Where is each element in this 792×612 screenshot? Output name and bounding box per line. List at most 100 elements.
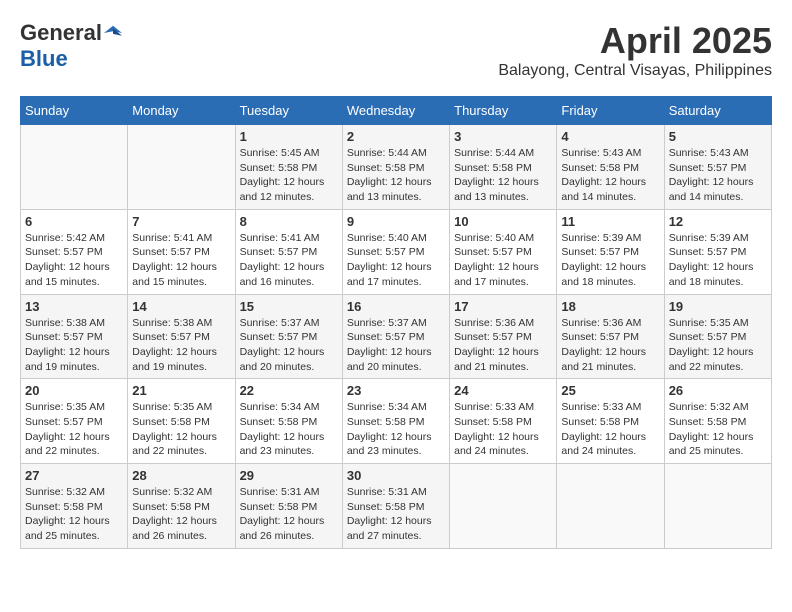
calendar-day-header: Thursday xyxy=(450,97,557,125)
calendar-cell: 12 Sunrise: 5:39 AMSunset: 5:57 PMDayligh… xyxy=(664,209,771,294)
day-info: Sunrise: 5:45 AMSunset: 5:58 PMDaylight:… xyxy=(240,146,338,205)
calendar-cell: 21 Sunrise: 5:35 AMSunset: 5:58 PMDayligh… xyxy=(128,379,235,464)
day-number: 26 xyxy=(669,383,767,398)
day-number: 21 xyxy=(132,383,230,398)
day-info: Sunrise: 5:32 AMSunset: 5:58 PMDaylight:… xyxy=(25,485,123,544)
day-number: 10 xyxy=(454,214,552,229)
day-info: Sunrise: 5:33 AMSunset: 5:58 PMDaylight:… xyxy=(561,400,659,459)
day-info: Sunrise: 5:39 AMSunset: 5:57 PMDaylight:… xyxy=(561,231,659,290)
calendar-cell: 23Sunrise: 5:34 AMSunset: 5:58 PMDayligh… xyxy=(342,379,449,464)
day-info: Sunrise: 5:34 AMSunset: 5:58 PMDaylight:… xyxy=(240,400,338,459)
day-number: 6 xyxy=(25,214,123,229)
calendar-cell: 6 Sunrise: 5:42 AMSunset: 5:57 PMDaylight… xyxy=(21,209,128,294)
day-number: 28 xyxy=(132,468,230,483)
day-number: 12 xyxy=(669,214,767,229)
calendar-cell xyxy=(557,464,664,549)
calendar-day-header: Sunday xyxy=(21,97,128,125)
calendar-cell: 24 Sunrise: 5:33 AMSunset: 5:58 PMDayligh… xyxy=(450,379,557,464)
day-number: 1 xyxy=(240,129,338,144)
day-number: 8 xyxy=(240,214,338,229)
day-number: 4 xyxy=(561,129,659,144)
logo-general-text: General xyxy=(20,20,102,46)
day-info: Sunrise: 5:33 AMSunset: 5:58 PMDaylight:… xyxy=(454,400,552,459)
day-info: Sunrise: 5:44 AMSunset: 5:58 PMDaylight:… xyxy=(454,146,552,205)
day-number: 16 xyxy=(347,299,445,314)
calendar-day-header: Wednesday xyxy=(342,97,449,125)
day-info: Sunrise: 5:44 AMSunset: 5:58 PMDaylight:… xyxy=(347,146,445,205)
calendar-week-row: 27 Sunrise: 5:32 AMSunset: 5:58 PMDayligh… xyxy=(21,464,772,549)
calendar-day-header: Saturday xyxy=(664,97,771,125)
day-info: Sunrise: 5:37 AMSunset: 5:57 PMDaylight:… xyxy=(347,316,445,375)
calendar-week-row: 1 Sunrise: 5:45 AMSunset: 5:58 PMDaylight… xyxy=(21,125,772,210)
calendar-week-row: 6 Sunrise: 5:42 AMSunset: 5:57 PMDaylight… xyxy=(21,209,772,294)
day-info: Sunrise: 5:35 AMSunset: 5:57 PMDaylight:… xyxy=(669,316,767,375)
day-number: 11 xyxy=(561,214,659,229)
day-info: Sunrise: 5:43 AMSunset: 5:57 PMDaylight:… xyxy=(669,146,767,205)
calendar-cell: 30Sunrise: 5:31 AMSunset: 5:58 PMDayligh… xyxy=(342,464,449,549)
title-section: April 2025 Balayong, Central Visayas, Ph… xyxy=(498,20,772,80)
calendar-cell: 14 Sunrise: 5:38 AMSunset: 5:57 PMDayligh… xyxy=(128,294,235,379)
day-number: 2 xyxy=(347,129,445,144)
calendar-day-header: Friday xyxy=(557,97,664,125)
page-header: General Blue April 2025 Balayong, Centra… xyxy=(20,20,772,80)
calendar-cell: 27 Sunrise: 5:32 AMSunset: 5:58 PMDayligh… xyxy=(21,464,128,549)
calendar-cell: 25 Sunrise: 5:33 AMSunset: 5:58 PMDayligh… xyxy=(557,379,664,464)
day-info: Sunrise: 5:38 AMSunset: 5:57 PMDaylight:… xyxy=(132,316,230,375)
calendar-cell: 13Sunrise: 5:38 AMSunset: 5:57 PMDayligh… xyxy=(21,294,128,379)
day-number: 25 xyxy=(561,383,659,398)
calendar-cell: 15Sunrise: 5:37 AMSunset: 5:57 PMDayligh… xyxy=(235,294,342,379)
calendar-cell: 9Sunrise: 5:40 AMSunset: 5:57 PMDaylight… xyxy=(342,209,449,294)
day-info: Sunrise: 5:41 AMSunset: 5:57 PMDaylight:… xyxy=(240,231,338,290)
day-info: Sunrise: 5:32 AMSunset: 5:58 PMDaylight:… xyxy=(132,485,230,544)
calendar-cell: 10 Sunrise: 5:40 AMSunset: 5:57 PMDayligh… xyxy=(450,209,557,294)
calendar-cell: 1 Sunrise: 5:45 AMSunset: 5:58 PMDaylight… xyxy=(235,125,342,210)
day-info: Sunrise: 5:36 AMSunset: 5:57 PMDaylight:… xyxy=(561,316,659,375)
day-info: Sunrise: 5:35 AMSunset: 5:58 PMDaylight:… xyxy=(132,400,230,459)
day-number: 19 xyxy=(669,299,767,314)
calendar-cell xyxy=(664,464,771,549)
calendar-cell: 20 Sunrise: 5:35 AMSunset: 5:57 PMDayligh… xyxy=(21,379,128,464)
logo-blue-text: Blue xyxy=(20,46,68,71)
calendar-cell: 29Sunrise: 5:31 AMSunset: 5:58 PMDayligh… xyxy=(235,464,342,549)
day-number: 7 xyxy=(132,214,230,229)
calendar-cell: 8 Sunrise: 5:41 AMSunset: 5:57 PMDaylight… xyxy=(235,209,342,294)
calendar-cell: 11 Sunrise: 5:39 AMSunset: 5:57 PMDayligh… xyxy=(557,209,664,294)
day-info: Sunrise: 5:41 AMSunset: 5:57 PMDaylight:… xyxy=(132,231,230,290)
calendar-cell: 19 Sunrise: 5:35 AMSunset: 5:57 PMDayligh… xyxy=(664,294,771,379)
day-number: 14 xyxy=(132,299,230,314)
day-number: 15 xyxy=(240,299,338,314)
calendar-cell: 3 Sunrise: 5:44 AMSunset: 5:58 PMDaylight… xyxy=(450,125,557,210)
day-info: Sunrise: 5:42 AMSunset: 5:57 PMDaylight:… xyxy=(25,231,123,290)
logo: General Blue xyxy=(20,20,122,72)
day-number: 13 xyxy=(25,299,123,314)
month-title: April 2025 xyxy=(498,20,772,62)
day-number: 27 xyxy=(25,468,123,483)
day-number: 22 xyxy=(240,383,338,398)
logo-bird-icon xyxy=(104,24,122,42)
calendar-day-header: Monday xyxy=(128,97,235,125)
day-info: Sunrise: 5:31 AMSunset: 5:58 PMDaylight:… xyxy=(240,485,338,544)
day-number: 24 xyxy=(454,383,552,398)
day-number: 20 xyxy=(25,383,123,398)
day-info: Sunrise: 5:36 AMSunset: 5:57 PMDaylight:… xyxy=(454,316,552,375)
calendar-cell: 7 Sunrise: 5:41 AMSunset: 5:57 PMDaylight… xyxy=(128,209,235,294)
calendar-cell xyxy=(450,464,557,549)
day-info: Sunrise: 5:43 AMSunset: 5:58 PMDaylight:… xyxy=(561,146,659,205)
day-info: Sunrise: 5:40 AMSunset: 5:57 PMDaylight:… xyxy=(454,231,552,290)
day-info: Sunrise: 5:35 AMSunset: 5:57 PMDaylight:… xyxy=(25,400,123,459)
day-number: 3 xyxy=(454,129,552,144)
day-info: Sunrise: 5:39 AMSunset: 5:57 PMDaylight:… xyxy=(669,231,767,290)
calendar-week-row: 13 Sunrise: 5:38 AMSunset: 5:57 PMDayligh… xyxy=(21,294,772,379)
calendar-cell: 28 Sunrise: 5:32 AMSunset: 5:58 PMDayligh… xyxy=(128,464,235,549)
calendar-cell xyxy=(21,125,128,210)
calendar-cell: 5Sunrise: 5:43 AMSunset: 5:57 PMDaylight… xyxy=(664,125,771,210)
day-number: 18 xyxy=(561,299,659,314)
day-info: Sunrise: 5:40 AMSunset: 5:57 PMDaylight:… xyxy=(347,231,445,290)
day-number: 30 xyxy=(347,468,445,483)
calendar-day-header: Tuesday xyxy=(235,97,342,125)
calendar-header-row: SundayMondayTuesdayWednesdayThursdayFrid… xyxy=(21,97,772,125)
calendar-table: SundayMondayTuesdayWednesdayThursdayFrid… xyxy=(20,96,772,549)
calendar-cell: 22 Sunrise: 5:34 AMSunset: 5:58 PMDayligh… xyxy=(235,379,342,464)
calendar-cell: 26Sunrise: 5:32 AMSunset: 5:58 PMDayligh… xyxy=(664,379,771,464)
calendar-cell: 16 Sunrise: 5:37 AMSunset: 5:57 PMDayligh… xyxy=(342,294,449,379)
